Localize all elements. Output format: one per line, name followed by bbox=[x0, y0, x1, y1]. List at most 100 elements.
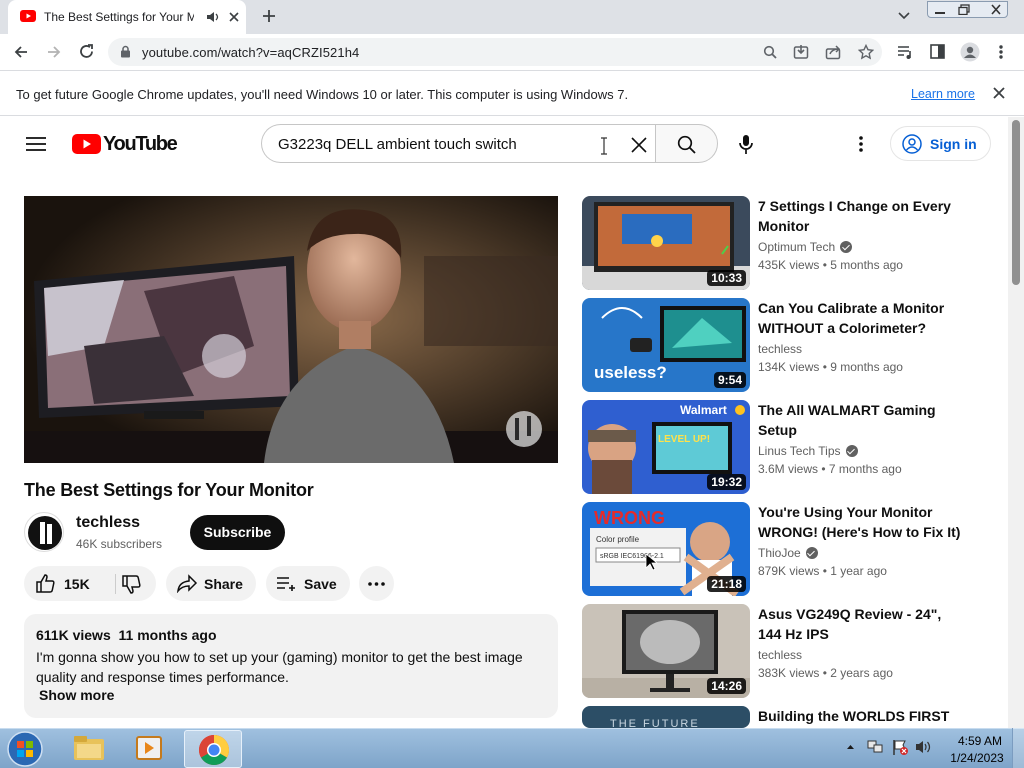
description-box[interactable]: 611K views 11 months ago I'm gonna show … bbox=[24, 614, 558, 718]
youtube-favicon-icon bbox=[20, 10, 36, 22]
forward-icon[interactable] bbox=[46, 44, 62, 60]
taskbar-date[interactable]: 1/24/2023 bbox=[947, 751, 1007, 765]
rec-channel: Optimum Tech bbox=[758, 240, 853, 254]
recommended-video[interactable]: useless? 9:54 Can You Calibrate a Monito… bbox=[582, 298, 962, 394]
share-page-icon[interactable] bbox=[825, 44, 842, 60]
back-icon[interactable] bbox=[13, 44, 29, 60]
rec-title: Asus VG249Q Review - 24", 144 Hz IPS bbox=[758, 606, 942, 642]
bookmark-star-icon[interactable] bbox=[858, 44, 874, 60]
media-control-icon[interactable] bbox=[897, 45, 913, 59]
address-bar[interactable]: youtube.com/watch?v=aqCRZI521h4 bbox=[108, 38, 882, 66]
recommended-video[interactable]: LEVEL UP! Walmart 19:32 The All WALMART G… bbox=[582, 400, 962, 496]
more-options-icon[interactable] bbox=[858, 135, 864, 153]
chrome-taskbar-button[interactable] bbox=[184, 730, 242, 768]
share-button[interactable]: Share bbox=[166, 566, 256, 601]
file-explorer-icon[interactable] bbox=[72, 734, 106, 762]
video-thumbnail[interactable]: THE FUTURE bbox=[582, 706, 750, 728]
rec-age: 2 years ago bbox=[830, 666, 893, 680]
share-arrow-icon bbox=[177, 574, 198, 593]
rec-views: 134K views bbox=[758, 360, 820, 374]
recommended-video[interactable]: WRONG Color profile sRGB IEC61966-2.1 21:1… bbox=[582, 502, 962, 598]
media-player-icon[interactable] bbox=[134, 734, 164, 762]
volume-icon[interactable] bbox=[915, 740, 933, 754]
thumbnail-future: THE FUTURE bbox=[582, 706, 750, 728]
thumbs-down-icon[interactable] bbox=[122, 575, 142, 594]
search-button[interactable] bbox=[655, 124, 718, 163]
tab-title: The Best Settings for Your Monitor bbox=[44, 10, 194, 24]
description-meta: 611K views 11 months ago bbox=[36, 627, 217, 643]
account-icon bbox=[902, 134, 922, 154]
chrome-menu-icon[interactable] bbox=[998, 44, 1004, 60]
rec-views: 435K views bbox=[758, 258, 820, 272]
browser-tab[interactable]: The Best Settings for Your Monitor bbox=[8, 0, 246, 34]
side-panel-icon[interactable] bbox=[930, 44, 945, 59]
level-up-thumb-text: LEVEL UP! bbox=[658, 434, 710, 445]
channel-name[interactable]: techless bbox=[76, 514, 140, 532]
search-input[interactable]: G3223q DELL ambient touch switch bbox=[261, 124, 656, 163]
close-window-icon[interactable] bbox=[990, 4, 1002, 15]
update-infobar: To get future Google Chrome updates, you… bbox=[0, 70, 1024, 116]
recommended-video[interactable]: 14:26 Asus VG249Q Review - 24", 144 Hz I… bbox=[582, 604, 962, 700]
video-thumbnail[interactable]: useless? 9:54 bbox=[582, 298, 750, 392]
video-thumbnail[interactable]: WRONG Color profile sRGB IEC61966-2.1 21:1… bbox=[582, 502, 750, 596]
profile-icon[interactable] bbox=[960, 42, 980, 62]
video-frame bbox=[24, 196, 558, 463]
microphone-icon[interactable] bbox=[738, 134, 754, 155]
start-button-icon[interactable] bbox=[6, 731, 44, 767]
install-icon[interactable] bbox=[793, 44, 809, 60]
share-label: Share bbox=[204, 576, 243, 592]
rec-channel-name: techless bbox=[758, 648, 803, 662]
rec-channel-name: Optimum Tech bbox=[758, 240, 836, 254]
hamburger-menu-icon[interactable] bbox=[26, 136, 46, 152]
youtube-logo[interactable]: YouTube bbox=[72, 133, 178, 155]
url-text: youtube.com/watch?v=aqCRZI521h4 bbox=[142, 45, 360, 60]
recommended-video[interactable]: 10:33 7 Settings I Change on Every Monit… bbox=[582, 196, 962, 292]
show-desktop-button[interactable] bbox=[1012, 728, 1024, 768]
rec-channel: ThioJoe bbox=[758, 546, 818, 560]
more-actions-button[interactable] bbox=[359, 566, 394, 601]
rec-title: 7 Settings I Change on Every Monitor bbox=[758, 198, 951, 234]
logo-text: YouTube bbox=[103, 133, 178, 155]
zoom-icon[interactable] bbox=[763, 45, 777, 59]
rec-age: 7 months ago bbox=[828, 462, 902, 476]
chevron-down-icon[interactable] bbox=[898, 11, 910, 21]
close-infobar-icon[interactable] bbox=[993, 87, 1005, 99]
rec-meta: 383K views • 2 years ago bbox=[758, 666, 893, 680]
recommended-video[interactable]: THE FUTURE Building the WORLDS FIRST bbox=[582, 706, 962, 728]
new-tab-icon[interactable] bbox=[262, 9, 276, 23]
like-button[interactable]: 15K bbox=[24, 566, 114, 601]
search-icon bbox=[677, 135, 696, 154]
subscribe-button[interactable]: Subscribe bbox=[190, 515, 285, 550]
video-player[interactable] bbox=[24, 196, 558, 463]
close-tab-icon[interactable] bbox=[228, 11, 240, 23]
rec-channel: techless bbox=[758, 342, 802, 356]
reload-icon[interactable] bbox=[78, 43, 95, 60]
video-title: The Best Settings for Your Monitor bbox=[24, 480, 314, 500]
taskbar-time[interactable]: 4:59 AM bbox=[950, 734, 1010, 748]
network-icon[interactable] bbox=[866, 739, 884, 755]
show-hidden-icons-icon[interactable] bbox=[846, 744, 855, 750]
action-center-flag-icon[interactable] bbox=[891, 739, 909, 755]
rec-channel: Linus Tech Tips bbox=[758, 444, 858, 458]
minimize-icon[interactable] bbox=[934, 7, 946, 15]
duration-badge: 10:33 bbox=[707, 270, 746, 286]
save-button[interactable]: Save bbox=[266, 566, 350, 601]
rec-channel-name: Linus Tech Tips bbox=[758, 444, 841, 458]
show-more-link[interactable]: Show more bbox=[39, 687, 114, 703]
lock-icon[interactable] bbox=[120, 45, 131, 58]
restore-icon[interactable] bbox=[958, 4, 970, 15]
rec-channel: techless bbox=[758, 648, 802, 662]
channel-avatar[interactable] bbox=[24, 512, 64, 552]
sign-in-button[interactable]: Sign in bbox=[890, 126, 991, 161]
clear-search-icon[interactable] bbox=[631, 137, 647, 153]
speaker-icon[interactable] bbox=[206, 11, 220, 23]
video-thumbnail[interactable]: 10:33 bbox=[582, 196, 750, 290]
learn-more-link[interactable]: Learn more bbox=[911, 87, 975, 101]
scrollbar-thumb[interactable] bbox=[1012, 120, 1020, 285]
video-thumbnail[interactable]: LEVEL UP! Walmart 19:32 bbox=[582, 400, 750, 494]
video-thumbnail[interactable]: 14:26 bbox=[582, 604, 750, 698]
like-dislike-group: 15K bbox=[24, 566, 156, 601]
like-count: 15K bbox=[64, 576, 90, 592]
duration-badge: 21:18 bbox=[707, 576, 746, 592]
rec-meta: 3.6M views • 7 months ago bbox=[758, 462, 902, 476]
